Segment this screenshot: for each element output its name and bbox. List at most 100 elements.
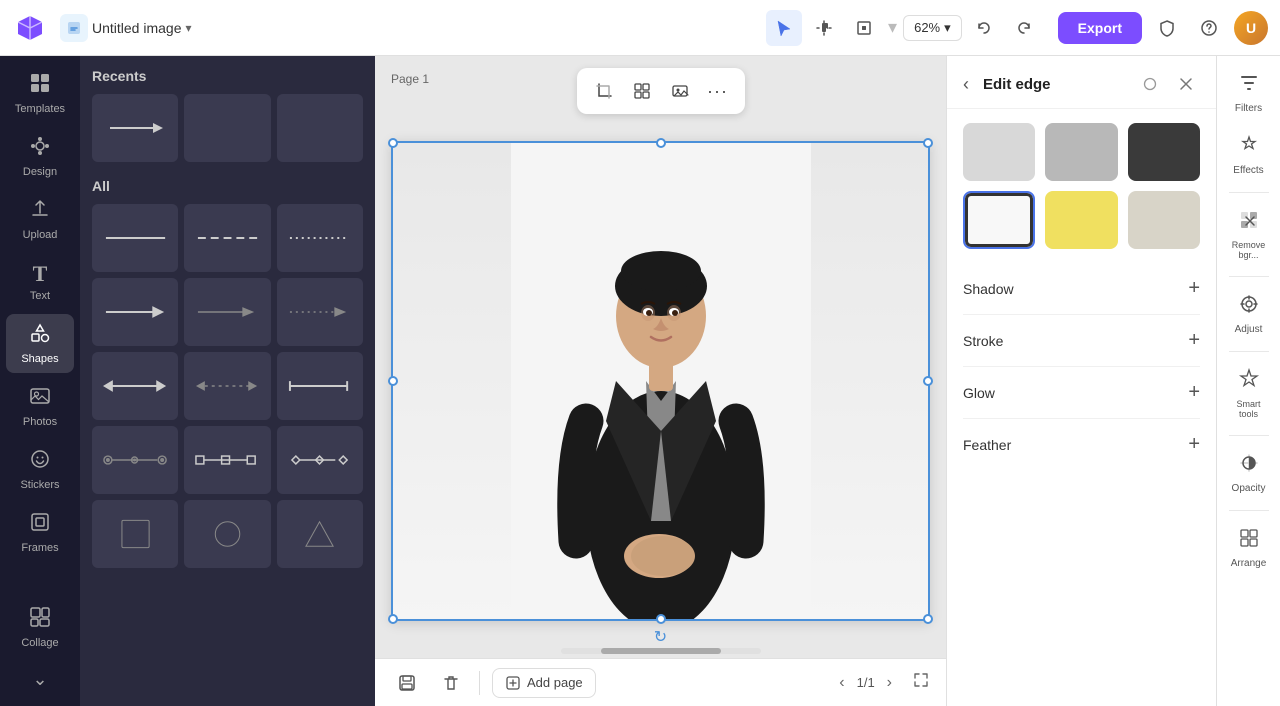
export-button[interactable]: Export [1058,12,1142,44]
shape-dashed-line[interactable] [184,204,270,272]
shape-arrow-right[interactable] [92,278,178,346]
recent-shape-arrow[interactable] [92,94,178,162]
recent-shape-empty1[interactable] [184,94,270,162]
filters-tool[interactable]: Filters [1221,64,1277,122]
shape-arrow-dotted[interactable] [277,278,363,346]
shape-dotted-line[interactable] [277,204,363,272]
file-icon [60,14,88,42]
glow-option[interactable]: Glow + [963,367,1200,419]
swatch-dark[interactable] [1128,123,1200,181]
stroke-add-icon: + [1188,329,1200,352]
smart-tools-label: Smarttools [1236,399,1260,419]
crop-tool-btn[interactable] [587,74,621,108]
logo[interactable] [12,10,48,46]
canvas-content[interactable]: ↻ [391,141,930,621]
prev-page-btn[interactable]: ‹ [835,670,848,696]
all-label: All [92,178,363,194]
recent-shape-empty2[interactable] [277,94,363,162]
group-tool-btn[interactable] [625,74,659,108]
zoom-control[interactable]: 62% ▾ [903,15,962,41]
handle-bottom-right[interactable] [923,614,933,624]
stickers-icon [29,448,51,476]
shape-triangle-outline[interactable] [277,500,363,568]
handle-top-right[interactable] [923,138,933,148]
sidebar-item-photos[interactable]: Photos [6,377,74,436]
trash-btn[interactable] [435,667,467,699]
feather-label: Feather [963,437,1188,453]
shape-rect-outline[interactable] [92,500,178,568]
document-title: Untitled image [92,20,182,36]
design-label: Design [23,166,57,178]
canvas-area: Page 1 [375,56,946,706]
page-label: Page 1 [391,72,429,86]
undo-btn[interactable] [966,10,1002,46]
shape-dotted-double-arrow[interactable] [184,352,270,420]
panel-close-btn[interactable] [1172,70,1200,98]
glow-add-icon: + [1188,381,1200,404]
title-chevron[interactable]: ▾ [186,21,192,35]
shape-circle-outline[interactable] [184,500,270,568]
sidebar-item-stickers[interactable]: Stickers [6,440,74,499]
more-tool-btn[interactable]: ··· [701,74,735,108]
collage-label: Collage [21,637,58,649]
stroke-option[interactable]: Stroke + [963,315,1200,367]
shape-arrow-right-thin[interactable] [184,278,270,346]
smart-tools-tool[interactable]: Smarttools [1221,360,1277,427]
shape-circle-handle[interactable] [92,426,178,494]
swatch-light-gray[interactable] [963,123,1035,181]
shape-solid-line[interactable] [92,204,178,272]
swatch-mid-gray[interactable] [1045,123,1117,181]
sidebar-item-templates[interactable]: Templates [6,64,74,123]
next-page-btn[interactable]: › [883,670,896,696]
rotate-handle[interactable]: ↻ [651,627,671,647]
swatch-white-border[interactable] [963,191,1035,249]
handle-bottom-left[interactable] [388,614,398,624]
help-icon[interactable] [1192,11,1226,45]
redo-btn[interactable] [1006,10,1042,46]
sidebar-item-text[interactable]: T Text [6,253,74,310]
zoom-value: 62% [914,20,940,35]
shield-icon[interactable] [1150,11,1184,45]
panel-refresh-btn[interactable] [1136,70,1164,98]
feather-option[interactable]: Feather + [963,419,1200,470]
shadow-option[interactable]: Shadow + [963,263,1200,315]
pan-tool[interactable] [806,10,842,46]
handle-mid-right[interactable] [923,376,933,386]
handle-top-center[interactable] [656,138,666,148]
sidebar-item-frames[interactable]: Frames [6,503,74,562]
effects-tool[interactable]: Effects [1221,126,1277,184]
sidebar-item-design[interactable]: Design [6,127,74,186]
flip-tool-btn[interactable] [663,74,697,108]
save-icon-btn[interactable] [391,667,423,699]
sidebar-item-collage[interactable]: Collage [6,598,74,657]
feather-add-icon: + [1188,433,1200,456]
add-page-btn[interactable]: Add page [492,668,596,698]
remove-bg-icon [1238,209,1260,237]
handle-mid-left[interactable] [388,376,398,386]
arrange-tool[interactable]: Arrange [1221,519,1277,577]
file-info[interactable]: Untitled image ▾ [60,14,192,42]
resize-tool[interactable] [846,10,882,46]
remove-bg-tool[interactable]: Removebgr... [1221,201,1277,268]
sidebar-item-shapes[interactable]: Shapes [6,314,74,373]
sidebar-collapse-btn[interactable]: ⌄ [24,661,55,698]
swatch-yellow[interactable] [1045,191,1117,249]
select-tool[interactable] [766,10,802,46]
shape-double-arrow[interactable] [92,352,178,420]
upload-icon [29,198,51,226]
opacity-tool[interactable]: Opacity [1221,444,1277,502]
panel-back-btn[interactable]: ‹ [963,72,975,97]
handle-bottom-center[interactable] [656,614,666,624]
shapes-icon [29,322,51,350]
shape-square-handle[interactable] [184,426,270,494]
swatch-warm-gray[interactable] [1128,191,1200,249]
sidebar-item-upload[interactable]: Upload [6,190,74,249]
photos-label: Photos [23,416,57,428]
user-avatar[interactable]: U [1234,11,1268,45]
shape-diamond-handle[interactable] [277,426,363,494]
fullscreen-btn[interactable] [912,671,930,694]
shape-hline-stops[interactable] [277,352,363,420]
opacity-label: Opacity [1232,483,1266,494]
handle-top-left[interactable] [388,138,398,148]
adjust-tool[interactable]: Adjust [1221,285,1277,343]
